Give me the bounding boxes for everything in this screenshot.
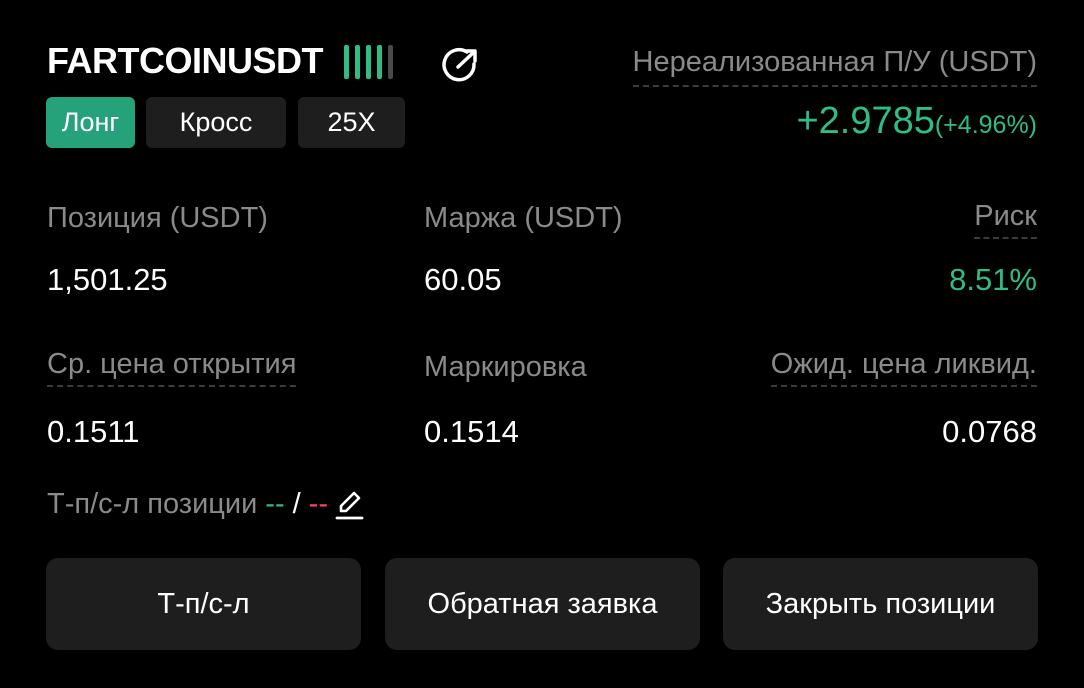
tpsl-label: Т-п/с-л позиции bbox=[47, 488, 258, 520]
mark-price-label: Маркировка bbox=[424, 351, 587, 383]
entry-price-value: 0.1511 bbox=[47, 414, 140, 449]
margin-value: 60.05 bbox=[424, 262, 502, 297]
margin-mode-tag: Кросс bbox=[146, 97, 286, 148]
risk-value: 8.51% bbox=[949, 262, 1037, 297]
position-size-value: 1,501.25 bbox=[47, 262, 168, 297]
tpsl-button[interactable]: Т-п/с-л bbox=[46, 558, 361, 650]
symbol-title: FARTCOINUSDT bbox=[47, 40, 324, 81]
margin-label: Маржа (USDT) bbox=[424, 202, 623, 234]
unrealized-pnl-label[interactable]: Нереализованная П/У (USDT) bbox=[632, 46, 1037, 87]
leverage-tag: 25X bbox=[298, 97, 405, 148]
pnl-percent: (+4.96%) bbox=[934, 111, 1037, 139]
unrealized-pnl-value: +2.9785(+4.96%) bbox=[796, 100, 1037, 143]
position-tpsl-row: Т-п/с-л позиции -- / -- bbox=[47, 488, 364, 521]
entry-price-label[interactable]: Ср. цена открытия bbox=[47, 348, 297, 387]
signal-bars-icon bbox=[344, 45, 400, 79]
edit-pencil-icon[interactable] bbox=[334, 489, 364, 521]
tpsl-separator: / bbox=[292, 488, 301, 520]
liquidation-price-value: 0.0768 bbox=[942, 414, 1037, 449]
share-icon[interactable] bbox=[438, 44, 480, 84]
liquidation-price-label[interactable]: Ожид. цена ликвид. bbox=[770, 348, 1037, 387]
mark-price-value: 0.1514 bbox=[424, 414, 519, 449]
reverse-order-button[interactable]: Обратная заявка bbox=[385, 558, 700, 650]
risk-label[interactable]: Риск bbox=[974, 200, 1037, 239]
pnl-amount: +2.9785 bbox=[796, 100, 935, 142]
position-size-label: Позиция (USDT) bbox=[47, 202, 268, 234]
side-tag: Лонг bbox=[46, 97, 135, 148]
take-profit-value: -- bbox=[265, 488, 285, 520]
close-position-button[interactable]: Закрыть позиции bbox=[723, 558, 1038, 650]
stop-loss-value: -- bbox=[308, 488, 328, 520]
